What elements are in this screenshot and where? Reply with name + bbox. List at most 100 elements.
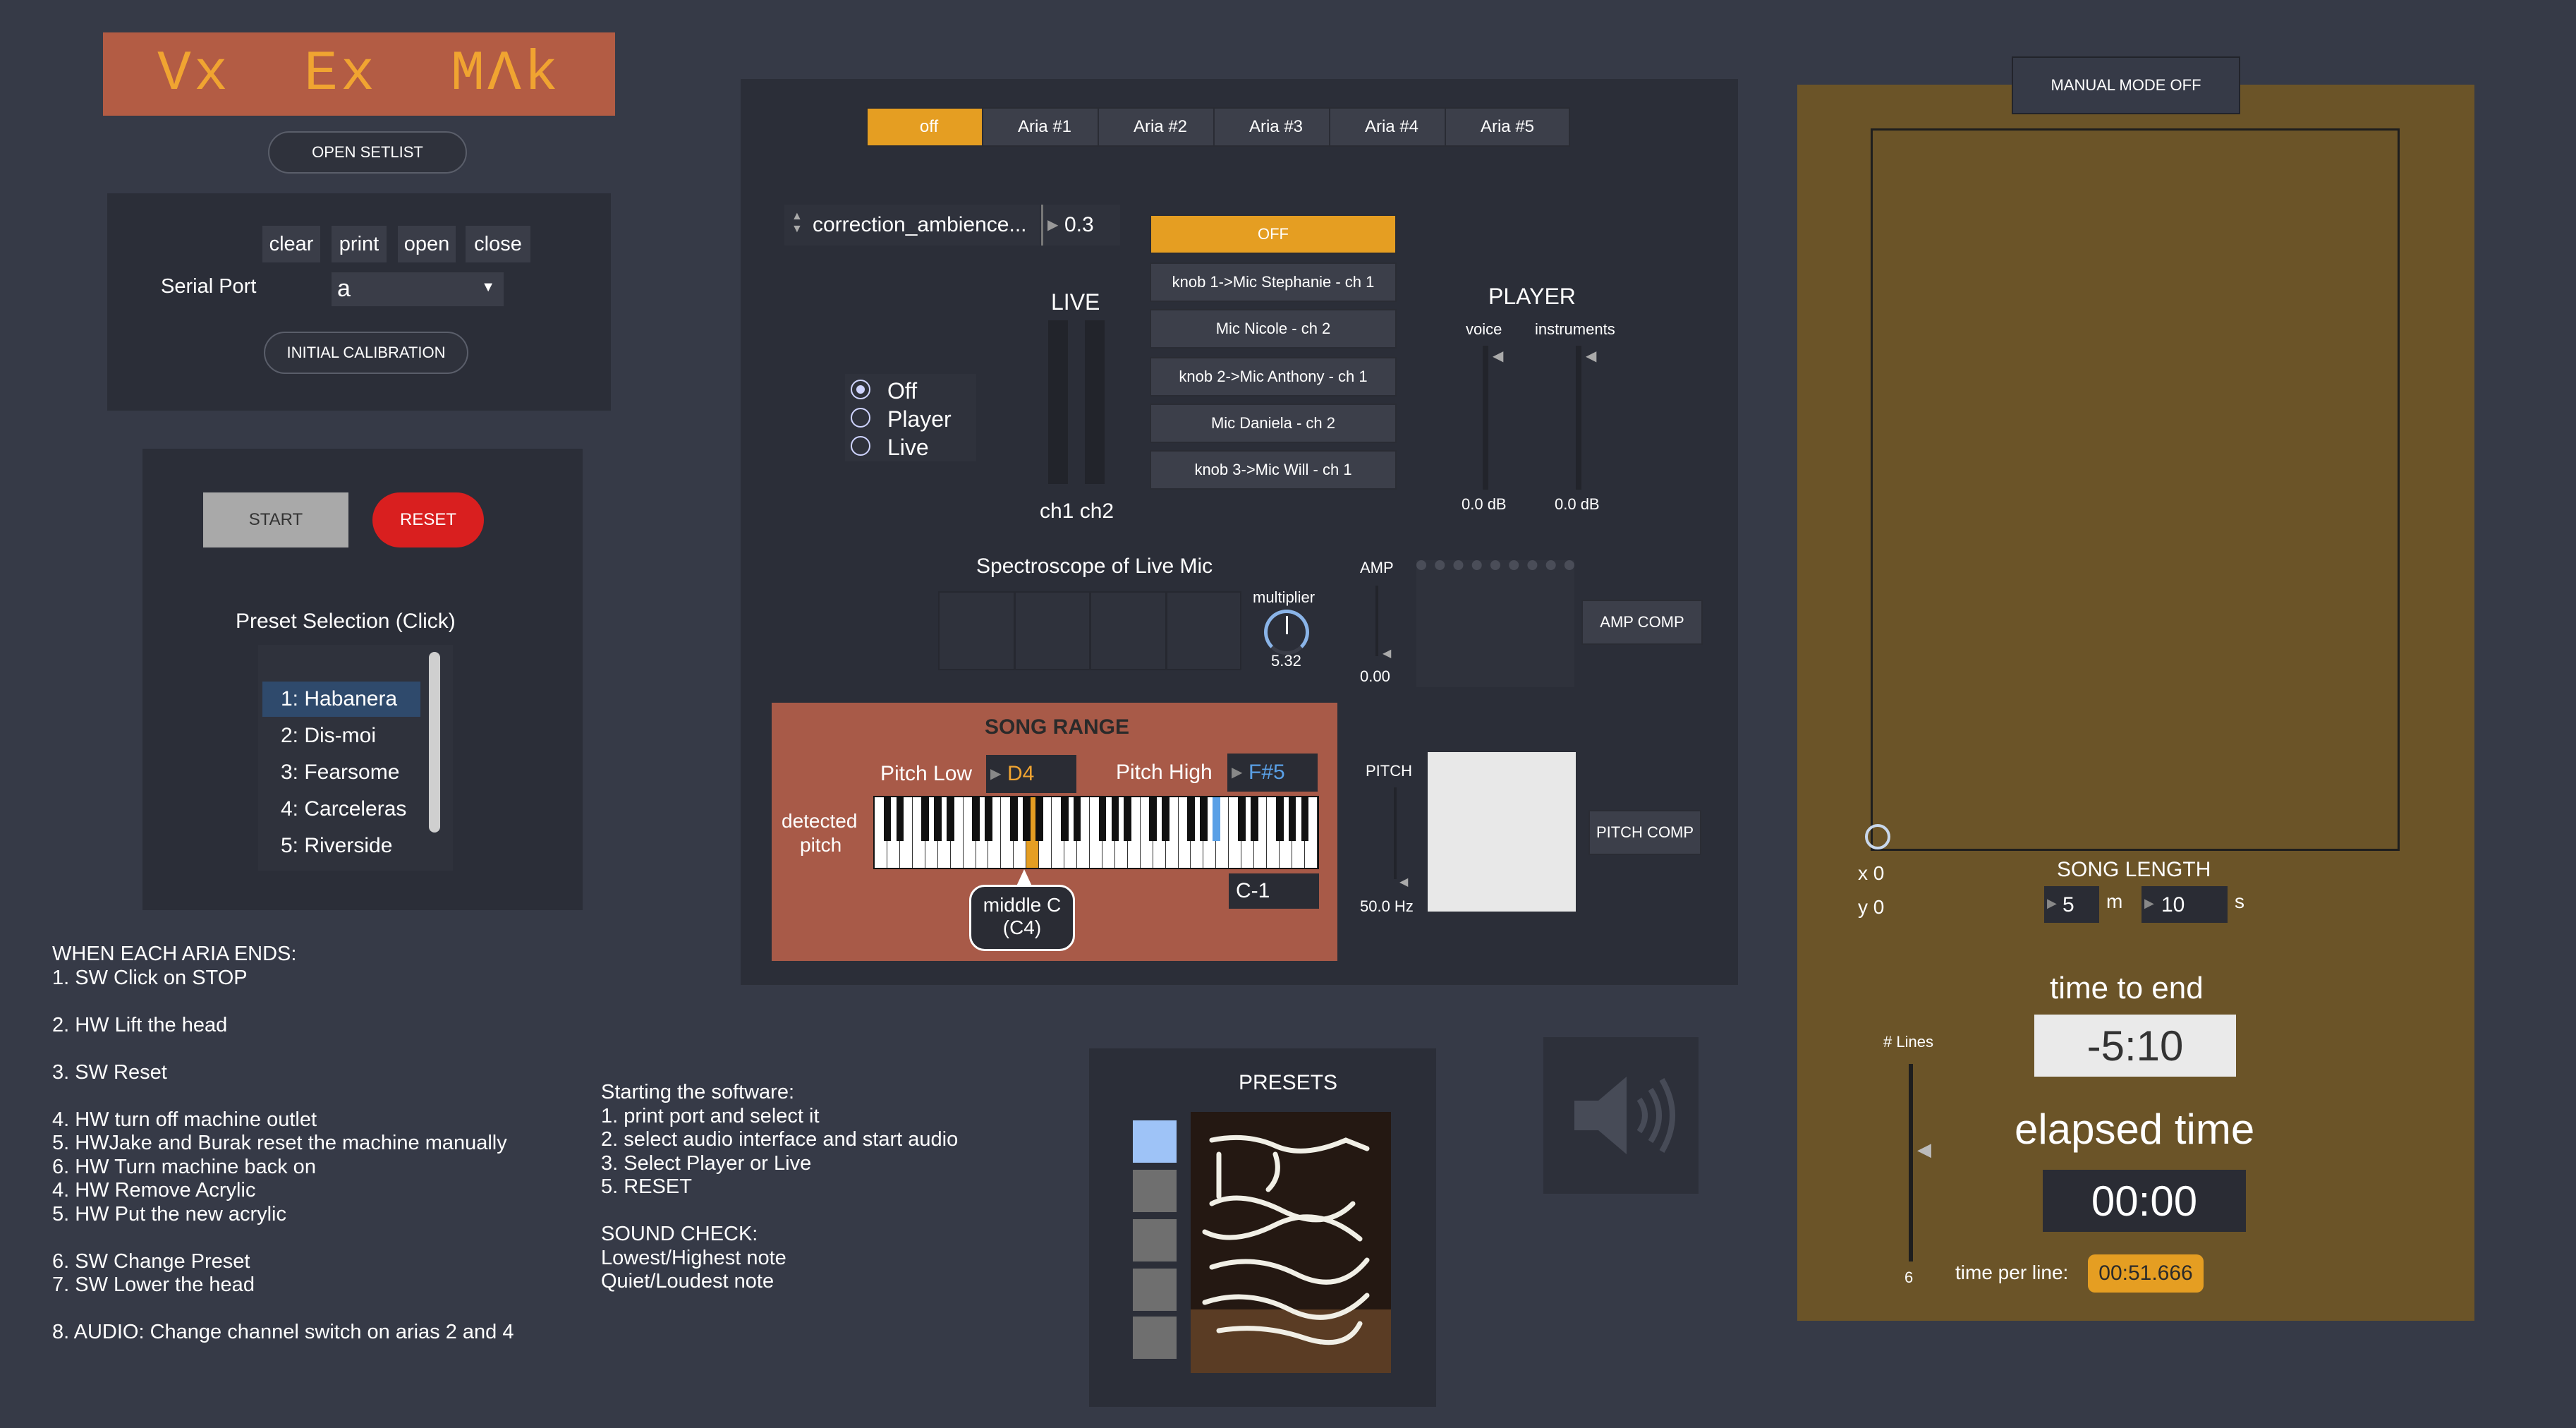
amp-label: AMP bbox=[1360, 559, 1394, 576]
preset-slot-1[interactable] bbox=[1133, 1120, 1177, 1163]
param-name: correction_ambience... bbox=[813, 213, 1027, 236]
reset-button[interactable]: RESET bbox=[372, 492, 484, 547]
radio-off-label: Off bbox=[887, 378, 918, 404]
preset-slot-2[interactable] bbox=[1133, 1170, 1177, 1212]
preset-slot-3[interactable] bbox=[1133, 1219, 1177, 1261]
pitch-fader[interactable] bbox=[1394, 787, 1397, 879]
piano-black-key[interactable] bbox=[883, 797, 892, 841]
piano-black-key[interactable] bbox=[1060, 797, 1069, 841]
preset-slot-5[interactable] bbox=[1133, 1317, 1177, 1359]
piano-black-key[interactable] bbox=[1035, 797, 1043, 841]
start-button[interactable]: START bbox=[203, 492, 348, 547]
pitch-high-field[interactable]: ▶ F#5 bbox=[1227, 754, 1318, 792]
preset-item-riverside[interactable]: 5: Riverside bbox=[262, 828, 420, 864]
preset-item-habanera[interactable]: 1: Habanera bbox=[262, 682, 420, 717]
manual-mode-button[interactable]: MANUAL MODE OFF bbox=[2012, 56, 2240, 114]
pitch-low-field[interactable]: ▶ D4 bbox=[986, 755, 1076, 793]
lines-label: # Lines bbox=[1883, 1033, 1933, 1051]
tab-aria-3[interactable]: Aria #3 bbox=[1213, 107, 1339, 147]
xy-pad[interactable] bbox=[1871, 128, 2400, 851]
elapsed-time-display: 00:00 bbox=[2043, 1170, 2246, 1232]
pitch-fader-handle-icon[interactable]: ◀ bbox=[1399, 875, 1408, 889]
piano-black-key[interactable] bbox=[1237, 797, 1246, 841]
pitch-comp-button[interactable]: PITCH COMP bbox=[1588, 810, 1701, 855]
param-value-field[interactable]: ▶ 0.3 bbox=[1041, 205, 1120, 246]
play-arrow-icon: ▶ bbox=[2047, 896, 2057, 910]
serial-port-select[interactable]: a ▼ bbox=[332, 272, 504, 306]
close-button[interactable]: close bbox=[466, 226, 530, 262]
piano-black-key[interactable] bbox=[1301, 797, 1309, 841]
voice-fader[interactable] bbox=[1483, 346, 1488, 490]
open-setlist-button[interactable]: OPEN SETLIST bbox=[268, 131, 467, 174]
param-selector[interactable]: ▲ ▼ correction_ambience... bbox=[784, 205, 1040, 246]
song-length-seconds-field[interactable]: ▶ 10 bbox=[2141, 886, 2228, 923]
multiplier-knob[interactable] bbox=[1264, 610, 1309, 655]
piano-black-key[interactable] bbox=[1288, 797, 1296, 841]
piano-black-key[interactable] bbox=[896, 797, 904, 841]
piano-black-key[interactable] bbox=[1124, 797, 1132, 841]
print-button[interactable]: print bbox=[332, 226, 387, 262]
piano-black-key[interactable] bbox=[1111, 797, 1119, 841]
piano-black-key[interactable] bbox=[1250, 797, 1258, 841]
lines-slider-handle-icon[interactable]: ◀ bbox=[1917, 1139, 1931, 1161]
mic-stephanie-button[interactable]: knob 1->Mic Stephanie - ch 1 bbox=[1150, 262, 1397, 302]
tab-aria-2[interactable]: Aria #2 bbox=[1098, 107, 1223, 147]
print-label: print bbox=[339, 232, 379, 255]
piano-keyboard[interactable] bbox=[873, 796, 1319, 869]
radio-player[interactable]: Player bbox=[851, 406, 971, 432]
live-channels-label: ch1 ch2 bbox=[1040, 500, 1114, 523]
piano-black-key[interactable] bbox=[1275, 797, 1284, 841]
tab-aria-1[interactable]: Aria #1 bbox=[982, 107, 1107, 147]
amp-fader[interactable] bbox=[1375, 586, 1378, 656]
open-button[interactable]: open bbox=[398, 226, 456, 262]
tab-aria-4[interactable]: Aria #4 bbox=[1329, 107, 1454, 147]
mic-daniela-button[interactable]: Mic Daniela - ch 2 bbox=[1150, 404, 1397, 443]
radio-off[interactable]: Off bbox=[851, 378, 971, 404]
xy-cursor-handle[interactable] bbox=[1865, 824, 1890, 849]
up-down-arrows-icon: ▲ ▼ bbox=[791, 210, 803, 235]
piano-black-key[interactable] bbox=[985, 797, 992, 841]
time-to-end-display: -5:10 bbox=[2034, 1015, 2236, 1077]
piano-black-key[interactable] bbox=[1162, 797, 1170, 841]
piano-black-key[interactable] bbox=[1073, 797, 1081, 841]
preset-slot-4[interactable] bbox=[1133, 1269, 1177, 1311]
mic-will-button[interactable]: knob 3->Mic Will - ch 1 bbox=[1150, 450, 1397, 490]
preset-item-fearsome[interactable]: 3: Fearsome bbox=[262, 755, 420, 790]
preset-item-carceleras[interactable]: 4: Carceleras bbox=[262, 792, 420, 827]
piano-black-key[interactable] bbox=[1187, 797, 1195, 841]
mic-nicole-button[interactable]: Mic Nicole - ch 2 bbox=[1150, 309, 1397, 349]
speaker-button[interactable] bbox=[1543, 1037, 1699, 1194]
radio-live[interactable]: Live bbox=[851, 435, 971, 460]
piano-black-key[interactable] bbox=[1009, 797, 1018, 841]
amp-fader-handle-icon[interactable]: ◀ bbox=[1383, 646, 1391, 660]
song-length-minutes-field[interactable]: ▶ 5 bbox=[2044, 886, 2099, 923]
piano-black-key[interactable] bbox=[1022, 797, 1031, 841]
initial-calibration-button[interactable]: INITIAL CALIBRATION bbox=[264, 332, 468, 374]
piano-black-key[interactable] bbox=[934, 797, 942, 841]
pitch-label: PITCH bbox=[1366, 762, 1412, 780]
piano-black-key[interactable] bbox=[1213, 797, 1220, 841]
amp-comp-button[interactable]: AMP COMP bbox=[1581, 600, 1703, 645]
tab-aria-5[interactable]: Aria #5 bbox=[1445, 107, 1570, 147]
mic-off-button[interactable]: OFF bbox=[1150, 214, 1397, 254]
mic-anthony-button[interactable]: knob 2->Mic Anthony - ch 1 bbox=[1150, 357, 1397, 397]
piano-black-key[interactable] bbox=[1149, 797, 1158, 841]
chevron-down-icon: ▼ bbox=[481, 279, 495, 295]
time-per-line-value: 00:51.666 bbox=[2098, 1261, 2193, 1285]
piano-black-key[interactable] bbox=[1098, 797, 1107, 841]
clear-button[interactable]: clear bbox=[262, 226, 320, 262]
piano-black-key[interactable] bbox=[1200, 797, 1208, 841]
piano-black-key[interactable] bbox=[972, 797, 980, 841]
piano-black-key[interactable] bbox=[947, 797, 955, 841]
preset-list-scrollbar[interactable] bbox=[429, 652, 440, 833]
preset-item-dis-moi[interactable]: 2: Dis-moi bbox=[262, 718, 420, 754]
tab-off[interactable]: off bbox=[866, 107, 992, 147]
piano-black-key[interactable] bbox=[921, 797, 930, 841]
voice-fader-handle-icon[interactable]: ◀ bbox=[1493, 347, 1503, 365]
instruments-fader[interactable] bbox=[1576, 346, 1581, 490]
serial-port-label: Serial Port bbox=[161, 275, 257, 298]
elapsed-time-value: 00:00 bbox=[2091, 1177, 2198, 1225]
lines-slider[interactable] bbox=[1909, 1064, 1913, 1261]
detected-pitch-label-line1: detected bbox=[782, 810, 858, 832]
instruments-fader-handle-icon[interactable]: ◀ bbox=[1586, 347, 1596, 365]
